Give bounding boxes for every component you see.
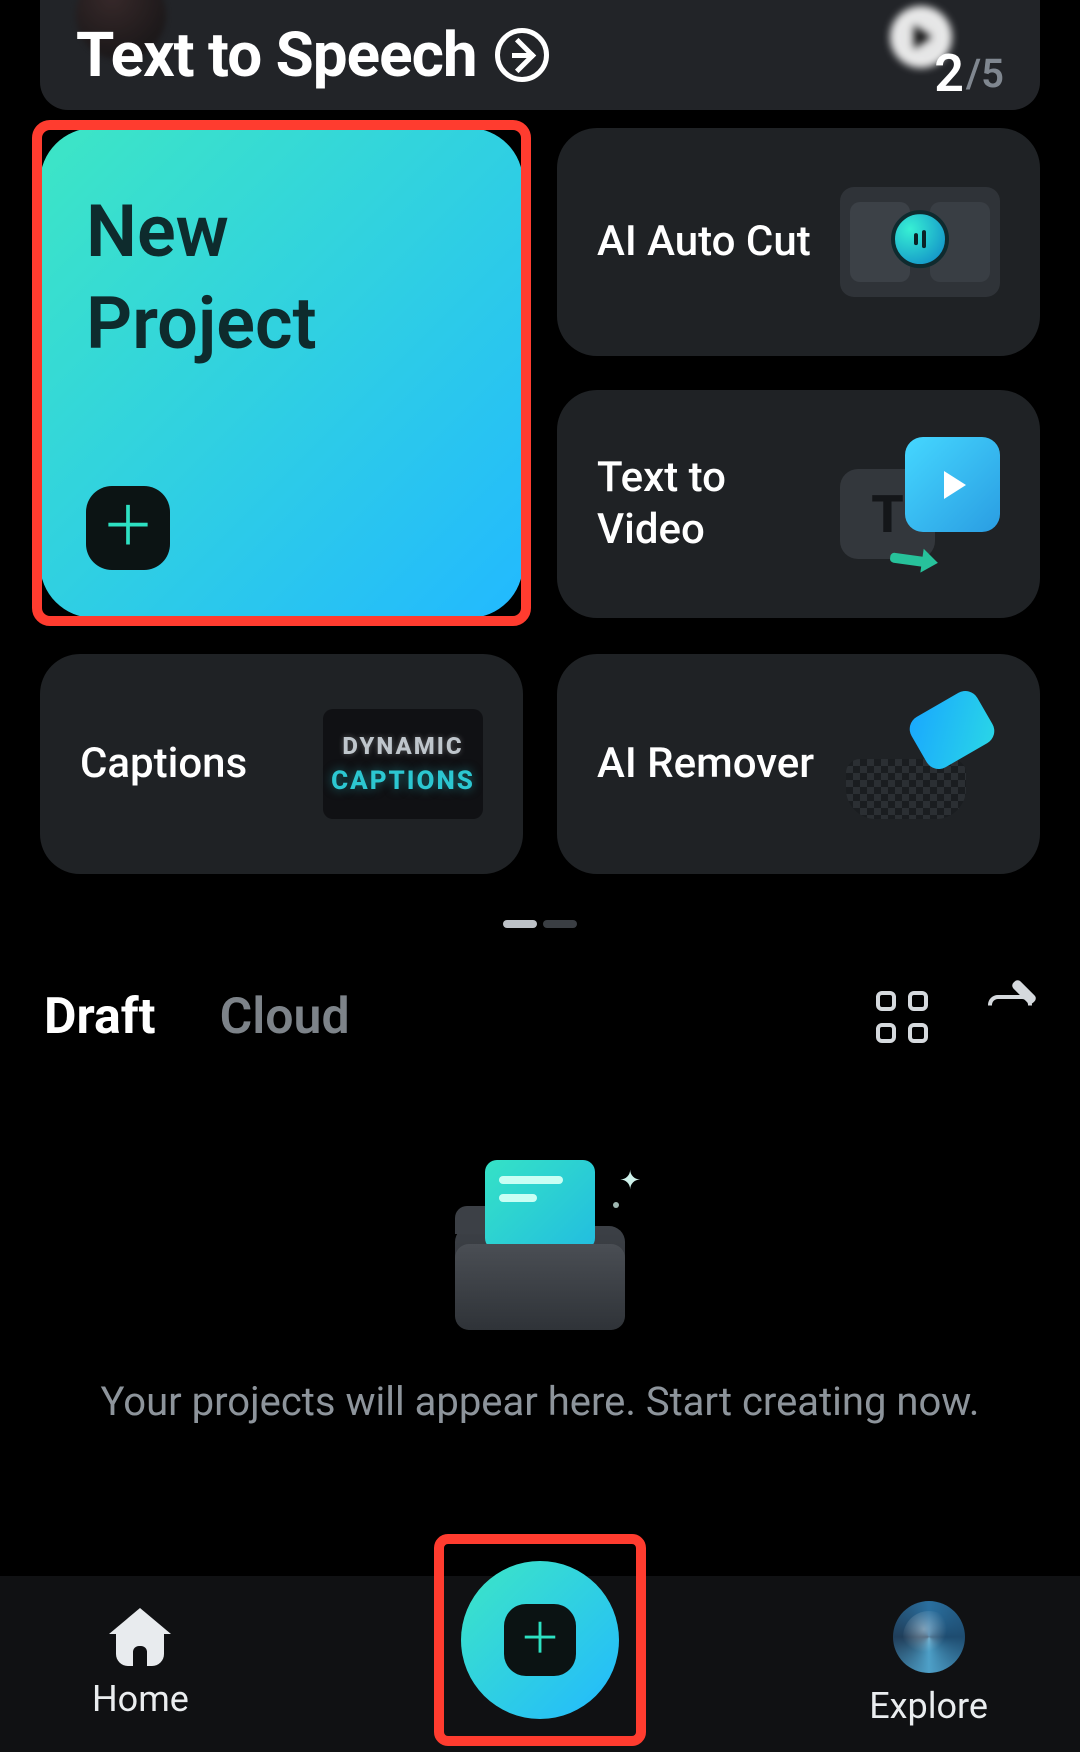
create-button[interactable]: ＋ — [434, 1534, 646, 1746]
arrow-right-circle-icon — [495, 28, 549, 82]
captions-icon: DYNAMIC CAPTIONS — [323, 709, 483, 819]
empty-state-message: Your projects will appear here. Start cr… — [101, 1378, 980, 1425]
tab-draft[interactable]: Draft — [44, 988, 156, 1046]
nav-explore-label: Explore — [869, 1685, 988, 1727]
new-project-label: New Project — [86, 186, 477, 370]
banner-page-counter: 2 /5 — [934, 43, 1004, 104]
ai-remover-icon — [840, 709, 1000, 819]
ai-auto-cut-icon — [840, 187, 1000, 297]
ai-remover-button[interactable]: AI Remover — [557, 654, 1040, 874]
carousel-dot — [543, 920, 577, 928]
empty-folder-icon: ✦ — [455, 1180, 625, 1330]
featured-banner[interactable]: Text to Speech 2 /5 — [40, 0, 1040, 110]
grid-view-icon[interactable] — [876, 991, 928, 1043]
captions-button[interactable]: Captions DYNAMIC CAPTIONS — [40, 654, 523, 874]
ai-auto-cut-button[interactable]: AI Auto Cut — [557, 128, 1040, 356]
tool-grid: New Project ＋ AI Auto Cut Text to Video … — [40, 128, 1040, 618]
captions-thumb-line1: DYNAMIC — [342, 732, 463, 760]
carousel-dots — [503, 920, 577, 928]
tool-grid-row-3: Captions DYNAMIC CAPTIONS AI Remover — [40, 654, 1040, 874]
ai-auto-cut-label: AI Auto Cut — [597, 216, 811, 269]
banner-title-row: Text to Speech — [76, 19, 549, 92]
banner-title: Text to Speech — [76, 19, 477, 92]
create-circle: ＋ — [461, 1561, 619, 1719]
project-tabs: Draft Cloud — [44, 988, 350, 1046]
empty-state: ✦ Your projects will appear here. Start … — [0, 1180, 1080, 1425]
app-screen: { "banner": { "title": "Text to Speech",… — [0, 0, 1080, 1752]
new-project-button[interactable]: New Project ＋ — [40, 128, 523, 618]
project-tab-actions — [876, 991, 1036, 1043]
counter-current: 2 — [934, 43, 964, 104]
captions-label: Captions — [80, 738, 247, 791]
plus-icon: ＋ — [86, 486, 170, 570]
text-to-video-label: Text to Video — [597, 452, 831, 557]
plus-icon: ＋ — [504, 1604, 576, 1676]
text-to-video-icon: T — [840, 449, 1000, 559]
edit-icon[interactable] — [984, 991, 1036, 1043]
nav-home-label: Home — [92, 1678, 189, 1720]
counter-total: /5 — [966, 50, 1004, 97]
tab-cloud[interactable]: Cloud — [220, 988, 350, 1046]
project-tabs-row: Draft Cloud — [44, 988, 1036, 1046]
home-icon — [109, 1608, 171, 1666]
ai-remover-label: AI Remover — [597, 738, 814, 791]
nav-explore[interactable]: Explore — [869, 1601, 988, 1727]
carousel-dot-active — [503, 920, 537, 928]
captions-thumb-line2: CAPTIONS — [331, 766, 475, 796]
nav-home[interactable]: Home — [92, 1608, 189, 1720]
text-to-video-button[interactable]: Text to Video T — [557, 390, 1040, 618]
explore-icon — [893, 1601, 965, 1673]
